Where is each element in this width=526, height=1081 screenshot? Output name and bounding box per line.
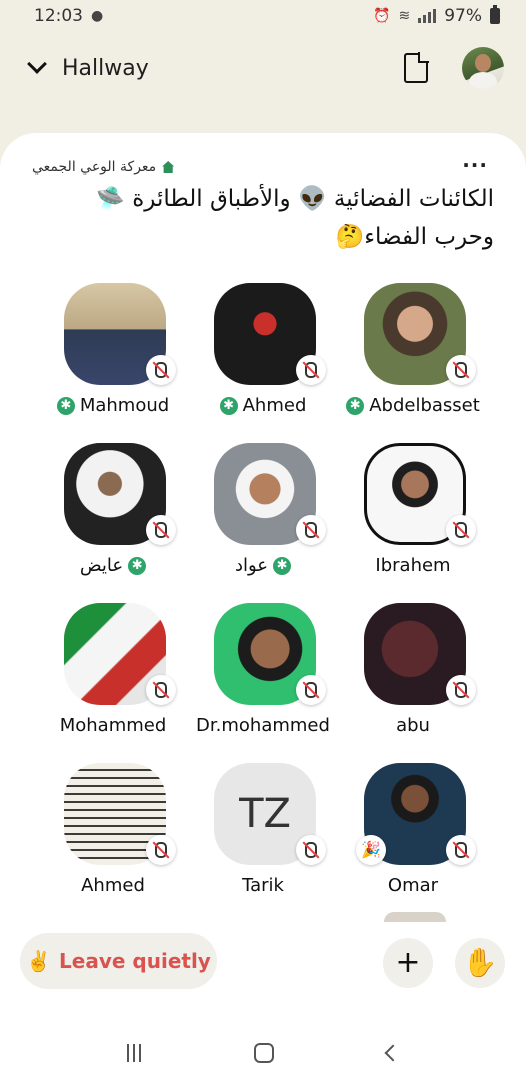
club-row[interactable]: معركة الوعي الجمعي [0, 155, 526, 179]
speaker-tile[interactable]: abu [328, 603, 498, 753]
system-nav-bar [0, 1025, 526, 1081]
speaker-name: Mahmoud [28, 395, 198, 416]
party-popper-icon: 🎉 [356, 835, 386, 865]
muted-mic-icon [446, 515, 476, 545]
muted-mic-icon [146, 515, 176, 545]
person-icon: ● [91, 8, 104, 24]
speaker-name: Mohammed [59, 715, 167, 736]
leave-label: Leave quietly [59, 949, 211, 973]
leave-quietly-button[interactable]: ✌️ Leave quietly [20, 933, 217, 989]
muted-mic-icon [446, 675, 476, 705]
plus-icon: + [395, 945, 421, 980]
status-bar: 12:03 ● ⏰ ≋ 97% [0, 0, 526, 32]
room-title: الكائنات الفضائية 👽 والأطباق الطائرة 🛸 و… [24, 180, 494, 256]
muted-mic-icon [296, 355, 326, 385]
speaker-name: عواد [178, 555, 348, 576]
hand-icon: ✋ [462, 946, 498, 979]
moderator-icon [219, 396, 238, 415]
speaker-tile[interactable]: Dr.mohammed [178, 603, 348, 753]
muted-mic-icon [296, 835, 326, 865]
battery-icon [490, 5, 500, 24]
wifi-icon: ≋ [398, 8, 411, 24]
more-options-button[interactable]: ··· [462, 155, 488, 175]
speaker-tile[interactable]: عايض [28, 443, 198, 593]
chevron-down-icon[interactable] [27, 54, 47, 74]
add-button[interactable]: + [383, 938, 433, 988]
muted-mic-icon [446, 355, 476, 385]
speaker-name: Omar [387, 875, 439, 896]
moderator-icon [128, 556, 147, 575]
speaker-tile[interactable]: Ibrahem [328, 443, 498, 593]
header: Hallway [0, 38, 526, 98]
hallway-title[interactable]: Hallway [62, 56, 404, 81]
muted-mic-icon [296, 675, 326, 705]
speaker-name: Ahmed [178, 395, 348, 416]
room-title-line2: وحرب الفضاء🤔 [335, 224, 494, 250]
speaker-tile[interactable]: Ahmed [178, 283, 348, 433]
speaker-name: abu [396, 715, 430, 736]
home-icon[interactable] [253, 1043, 274, 1063]
speaker-tile[interactable]: عواد [178, 443, 348, 593]
raise-hand-button[interactable]: ✋ [455, 938, 505, 988]
speaker-tile[interactable]: TZ Tarik [178, 763, 348, 913]
status-time: 12:03 [34, 6, 83, 26]
speaker-name: Tarik [242, 875, 284, 896]
moderator-icon [346, 396, 365, 415]
moderator-icon [273, 556, 292, 575]
speaker-name: Ibrahem [375, 555, 451, 576]
speaker-tile[interactable]: Ahmed [28, 763, 198, 913]
back-icon[interactable] [384, 1044, 402, 1062]
recents-icon[interactable] [126, 1044, 141, 1062]
speaker-tile[interactable]: Mahmoud [28, 283, 198, 433]
speaker-tile[interactable]: Mohammed [28, 603, 198, 753]
speaker-name: عايض [28, 555, 198, 576]
room-title-line1: الكائنات الفضائية 👽 والأطباق الطائرة 🛸 [96, 186, 494, 212]
club-name[interactable]: معركة الوعي الجمعي [32, 159, 156, 175]
house-icon [162, 161, 175, 173]
speaker-tile[interactable]: Abdelbasset [328, 283, 498, 433]
alarm-icon: ⏰ [373, 8, 391, 24]
battery-percent: 97% [444, 6, 482, 26]
muted-mic-icon [146, 675, 176, 705]
partial-avatar [384, 912, 446, 922]
muted-mic-icon [446, 835, 476, 865]
speaker-name: Abdelbasset [328, 395, 498, 416]
peace-icon: ✌️ [26, 949, 52, 973]
profile-avatar[interactable] [462, 47, 504, 89]
muted-mic-icon [146, 835, 176, 865]
signal-icon [418, 9, 437, 23]
muted-mic-icon [296, 515, 326, 545]
moderator-icon [56, 396, 75, 415]
speaker-name: Dr.mohammed [196, 715, 330, 736]
muted-mic-icon [146, 355, 176, 385]
speaker-name: Ahmed [81, 875, 145, 896]
speaker-tile[interactable]: 🎉 Omar [328, 763, 498, 913]
document-icon[interactable] [404, 52, 429, 83]
